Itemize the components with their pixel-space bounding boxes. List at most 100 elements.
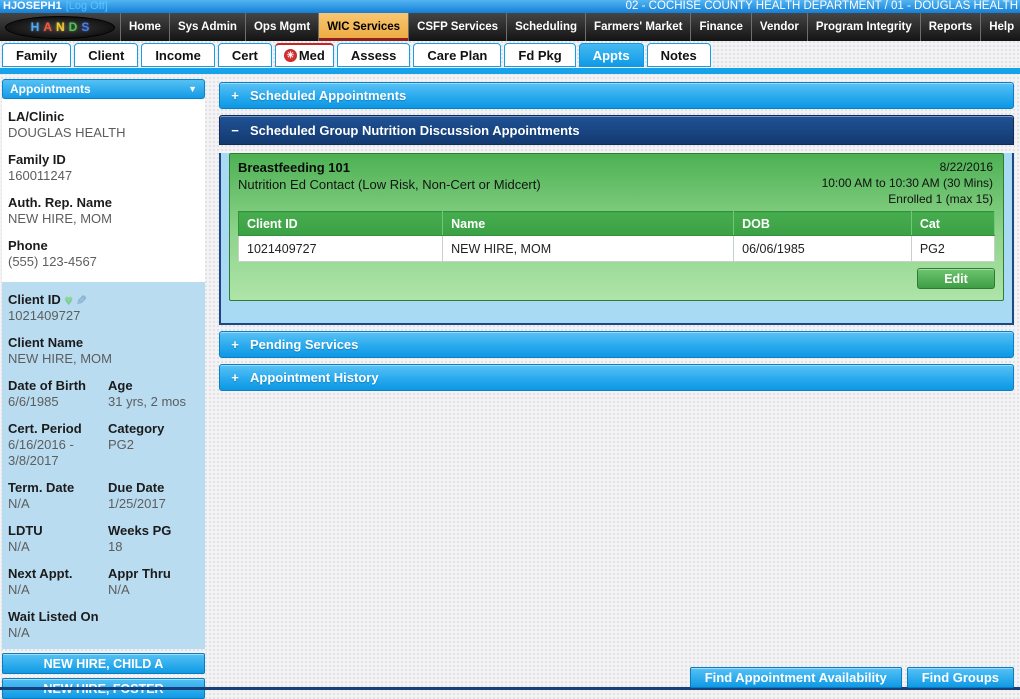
nav-item-wic-services[interactable]: WIC Services [318, 13, 409, 41]
client-detail-panel: Client ID ♥✎ 1021409727 Client Name NEW H… [2, 282, 205, 649]
client-name-field: Client Name NEW HIRE, MOM [8, 335, 199, 367]
cell-client-id: 1021409727 [237, 235, 444, 262]
col-header-client-id: Client ID [237, 211, 444, 236]
section-group-nutrition-appointments[interactable]: − Scheduled Group Nutrition Discussion A… [219, 115, 1014, 145]
collapse-icon: − [231, 122, 239, 138]
field-value: PG2 [108, 437, 135, 452]
logo-letter: A [43, 20, 52, 34]
field-label: Weeks PG [108, 523, 172, 538]
field-value: N/A [8, 496, 30, 511]
field-label: Date of Birth [8, 378, 86, 393]
nav-item-vendor[interactable]: Vendor [750, 13, 807, 41]
hands-logo: H A N D S [0, 13, 120, 41]
client-info-sidebar: Appointments ▼ LA/Clinic DOUGLAS HEALTH … [2, 79, 205, 699]
field-label: Term. Date [8, 480, 75, 495]
group-enrolled-count: Enrolled 1 (max 15) [888, 192, 993, 206]
field-label: Family ID [8, 152, 66, 167]
logo-letter: H [30, 20, 40, 34]
field-label: Wait Listed On [8, 609, 99, 624]
enrolled-clients-table: Client ID Name DOB Cat 1021409727 NEW HI… [237, 211, 996, 262]
term-due-row: Term. Date N/A Due Date 1/25/2017 [8, 480, 199, 512]
field-value: N/A [8, 539, 30, 554]
tab-income[interactable]: Income [141, 43, 215, 67]
edit-button[interactable]: Edit [917, 268, 995, 289]
tab-family[interactable]: Family [2, 43, 72, 67]
field-value: 160011247 [8, 168, 73, 183]
nav-item-help[interactable]: Help [980, 13, 1020, 41]
dob-age-row: Date of Birth 6/6/1985 Age 31 yrs, 2 mos [8, 378, 199, 410]
cell-dob: 06/06/1985 [733, 235, 912, 262]
field-value: DOUGLAS HEALTH [8, 125, 126, 140]
group-nutrition-section-body: Breastfeeding 101 Nutrition Ed Contact (… [219, 153, 1014, 325]
heart-status-icon: ♥ [64, 292, 73, 307]
appointments-dropdown[interactable]: Appointments ▼ [2, 79, 205, 99]
field-label: Client Name [8, 335, 84, 350]
phone-field: Phone (555) 123-4567 [8, 238, 199, 270]
tab-care-plan[interactable]: Care Plan [413, 43, 502, 67]
section-scheduled-appointments[interactable]: + Scheduled Appointments [219, 82, 1014, 109]
field-value: NEW HIRE, MOM [8, 351, 112, 366]
auth-rep-name-field: Auth. Rep. Name NEW HIRE, MOM [8, 195, 199, 227]
group-appointment-header: Breastfeeding 101 Nutrition Ed Contact (… [230, 154, 1003, 210]
nav-item-sys-admin[interactable]: Sys Admin [168, 13, 245, 41]
field-value: 1/25/2017 [108, 496, 166, 511]
group-subtitle: Nutrition Ed Contact (Low Risk, Non-Cert… [238, 177, 541, 192]
logged-in-user: HJOSEPH1 [Log Off] [3, 0, 108, 13]
nav-item-program-integrity[interactable]: Program Integrity [806, 13, 920, 41]
log-off-link[interactable]: [Log Off] [66, 0, 108, 12]
nav-items: Home Sys Admin Ops Mgmt WIC Services CSF… [120, 13, 1020, 41]
section-label: Appointment History [250, 370, 379, 385]
nav-item-ops-mgmt[interactable]: Ops Mgmt [244, 13, 318, 41]
group-time: 10:00 AM to 10:30 AM (30 Mins) [821, 176, 993, 190]
logo-letter: D [68, 20, 78, 34]
nav-item-home[interactable]: Home [120, 13, 169, 41]
group-title: Breastfeeding 101 [238, 160, 350, 175]
section-label: Scheduled Appointments [250, 88, 407, 103]
find-appointment-availability-button[interactable]: Find Appointment Availability [689, 667, 902, 688]
field-label: LA/Clinic [8, 109, 65, 124]
logo-letter: S [81, 20, 90, 34]
tab-fd-pkg[interactable]: Fd Pkg [504, 43, 576, 67]
nav-item-reports[interactable]: Reports [919, 13, 980, 41]
section-pending-services[interactable]: + Pending Services [219, 331, 1014, 358]
table-header-row: Client ID Name DOB Cat [237, 211, 996, 236]
field-label: Category [108, 421, 165, 436]
nav-item-farmers-market[interactable]: Farmers' Market [585, 13, 690, 41]
field-label: Phone [8, 238, 48, 253]
tab-med[interactable]: ✳ Med [274, 43, 334, 67]
group-schedule-block: 8/22/2016 10:00 AM to 10:30 AM (30 Mins)… [822, 159, 993, 207]
pencil-edit-icon[interactable]: ✎ [73, 295, 89, 306]
tab-notes[interactable]: Notes [646, 43, 711, 67]
tab-client[interactable]: Client [74, 43, 139, 67]
field-label: Cert. Period [8, 421, 82, 436]
hands-logo-oval: H A N D S [5, 15, 115, 39]
field-label: Next Appt. [8, 566, 73, 581]
tab-assess[interactable]: Assess [336, 43, 411, 67]
field-value: N/A [8, 625, 30, 640]
group-appointment-card: Breastfeeding 101 Nutrition Ed Contact (… [229, 153, 1004, 301]
family-member-button-child-a[interactable]: NEW HIRE, CHILD A [2, 653, 205, 674]
footer-action-buttons: Find Appointment Availability Find Group… [689, 667, 1014, 688]
sidebar-header-label: Appointments [10, 82, 91, 96]
group-title-block: Breastfeeding 101 Nutrition Ed Contact (… [238, 159, 541, 207]
group-date: 8/22/2016 [939, 160, 993, 174]
field-value: 18 [108, 539, 123, 554]
find-groups-button[interactable]: Find Groups [906, 667, 1014, 688]
top-status-bar: HJOSEPH1 [Log Off] 02 - COCHISE COUNTY HE… [0, 0, 1020, 13]
nav-item-csfp-services[interactable]: CSFP Services [408, 13, 506, 41]
cell-cat: PG2 [910, 235, 996, 262]
field-label: Appr Thru [108, 566, 171, 581]
field-label: Age [108, 378, 133, 393]
table-row[interactable]: 1021409727 NEW HIRE, MOM 06/06/1985 PG2 [237, 235, 996, 262]
tab-appts[interactable]: Appts [578, 43, 644, 67]
nav-item-finance[interactable]: Finance [690, 13, 750, 41]
col-header-name: Name [442, 211, 735, 236]
expand-icon: + [231, 337, 239, 352]
main-nav-bar: H A N D S Home Sys Admin Ops Mgmt WIC Se… [0, 13, 1020, 41]
nav-item-scheduling[interactable]: Scheduling [506, 13, 585, 41]
expand-icon: + [231, 88, 239, 103]
tab-cert[interactable]: Cert [217, 43, 272, 67]
cert-category-row: Cert. Period 6/16/2016 - 3/8/2017 Categor… [8, 421, 199, 469]
col-header-cat: Cat [910, 211, 996, 236]
section-appointment-history[interactable]: + Appointment History [219, 364, 1014, 391]
